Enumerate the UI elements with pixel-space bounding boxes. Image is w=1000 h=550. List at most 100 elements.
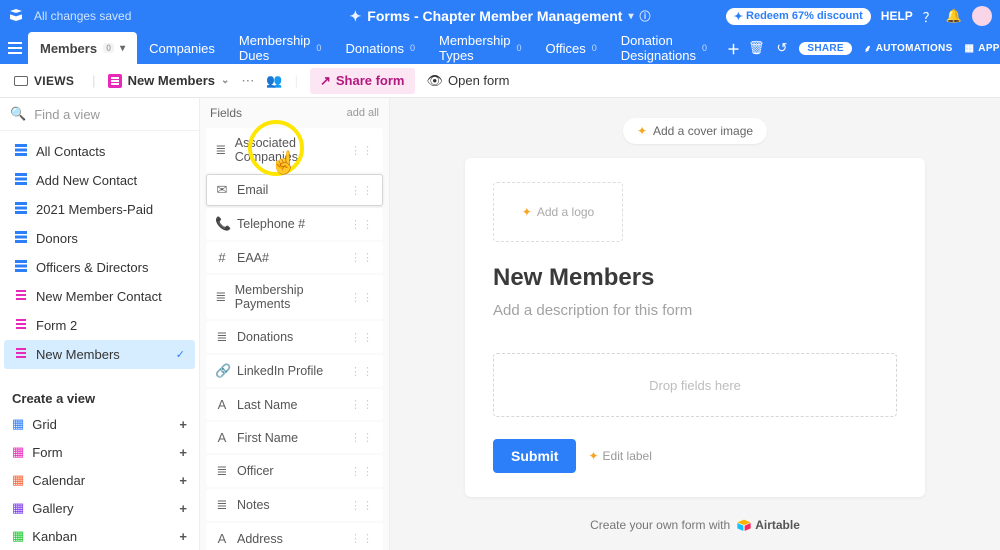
- field-drop-zone[interactable]: Drop fields here: [493, 353, 897, 417]
- view-item-2021-members-paid[interactable]: 2021 Members-Paid: [4, 195, 195, 224]
- drag-handle-icon[interactable]: ⋮⋮: [350, 218, 374, 231]
- find-view-input[interactable]: 🔍 Find a view: [0, 98, 199, 131]
- redeem-label: Redeem 67% discount: [746, 10, 863, 22]
- help-icon[interactable]: ？: [923, 7, 936, 26]
- create-calendar-view[interactable]: ▦ Calendar +: [0, 466, 199, 494]
- table-tab-donations[interactable]: Donations0: [333, 32, 427, 64]
- form-title[interactable]: New Members: [493, 264, 897, 292]
- info-icon[interactable]: ⓘ: [639, 8, 650, 24]
- add-cover-image-button[interactable]: ✦ Add a cover image: [623, 118, 767, 144]
- drag-handle-icon[interactable]: ⋮⋮: [350, 144, 374, 157]
- current-view[interactable]: New Members ⌄: [108, 73, 230, 88]
- view-item-new-members[interactable]: New Members✓: [4, 340, 195, 369]
- badge: 0: [702, 43, 707, 53]
- form-view-icon: [108, 74, 122, 88]
- create-kanban-view[interactable]: ▦ Kanban +: [0, 522, 199, 550]
- drag-handle-icon[interactable]: ⋮⋮: [350, 398, 374, 411]
- user-avatar[interactable]: [972, 6, 992, 26]
- redeem-discount-button[interactable]: ✦ Redeem 67% discount: [726, 8, 871, 25]
- table-tab-membership-types[interactable]: Membership Types0: [427, 32, 534, 64]
- badge: 0: [316, 43, 321, 53]
- field-membership-payments[interactable]: ≣ Membership Payments ⋮⋮: [206, 275, 383, 319]
- view-item-add-new-contact[interactable]: Add New Contact: [4, 166, 195, 195]
- apps-button[interactable]: ▦APPS: [965, 43, 1000, 54]
- gift-icon: ✦: [734, 10, 743, 23]
- current-view-name: New Members: [128, 73, 215, 88]
- drag-handle-icon[interactable]: ⋮⋮: [350, 291, 374, 304]
- field-telephone-[interactable]: 📞 Telephone # ⋮⋮: [206, 208, 383, 240]
- table-tab-offices[interactable]: Offices0: [534, 32, 609, 64]
- field-first-name[interactable]: A First Name ⋮⋮: [206, 422, 383, 453]
- field-notes[interactable]: ≣ Notes ⋮⋮: [206, 489, 383, 521]
- edit-submit-label[interactable]: ✦ Edit label: [588, 449, 651, 463]
- view-item-officers-directors[interactable]: Officers & Directors: [4, 253, 195, 282]
- drag-handle-icon[interactable]: ⋮⋮: [350, 431, 374, 444]
- views-toggle[interactable]: VIEWS: [8, 70, 80, 92]
- add-all-fields-button[interactable]: add all: [347, 107, 379, 119]
- chevron-down-icon: ⌄: [221, 75, 229, 86]
- add-table-button[interactable]: ＋: [719, 32, 748, 64]
- plus-icon: +: [179, 529, 187, 544]
- add-logo-button[interactable]: ✦ Add a logo: [493, 182, 623, 242]
- view-item-donors[interactable]: Donors: [4, 224, 195, 253]
- field-address[interactable]: A Address ⋮⋮: [206, 523, 383, 550]
- save-status: All changes saved: [34, 9, 131, 23]
- notifications-icon[interactable]: 🔔: [946, 8, 962, 24]
- field-linkedin-profile[interactable]: 🔗 LinkedIn Profile ⋮⋮: [206, 355, 383, 387]
- automations-icon: ⸙: [864, 41, 872, 55]
- field-eaa-[interactable]: # EAA# ⋮⋮: [206, 242, 383, 273]
- chevron-down-icon: ▾: [120, 43, 125, 54]
- field-associated-companies[interactable]: ≣ Associated Companies ⋮⋮: [206, 128, 383, 172]
- help-link[interactable]: HELP: [881, 9, 913, 23]
- field-donations[interactable]: ≣ Donations ⋮⋮: [206, 321, 383, 353]
- drag-handle-icon[interactable]: ⋮⋮: [350, 499, 374, 512]
- create-gallery-view[interactable]: ▦ Gallery +: [0, 494, 199, 522]
- field-last-name[interactable]: A Last Name ⋮⋮: [206, 389, 383, 420]
- automations-button[interactable]: ⸙AUTOMATIONS: [864, 41, 953, 55]
- submit-button[interactable]: Submit: [493, 439, 576, 473]
- drag-handle-icon[interactable]: ⋮⋮: [350, 532, 374, 545]
- base-title[interactable]: ✦ Forms - Chapter Member Management ▾ ⓘ: [350, 8, 651, 25]
- field-email[interactable]: ✉ Email ⋮⋮: [206, 174, 383, 206]
- create-form-view[interactable]: ▦ Form +: [0, 438, 199, 466]
- drag-handle-icon[interactable]: ⋮⋮: [350, 465, 374, 478]
- table-tab-companies[interactable]: Companies: [137, 32, 227, 64]
- share-form-button[interactable]: ↗ Share form: [310, 68, 415, 94]
- table-tab-donation-designations[interactable]: Donation Designations0: [609, 32, 719, 64]
- history-icon[interactable]: ↺: [776, 40, 787, 56]
- form-description[interactable]: Add a description for this form: [493, 302, 897, 319]
- drag-handle-icon[interactable]: ⋮⋮: [350, 365, 374, 378]
- form-view-icon: [14, 288, 28, 305]
- views-label: VIEWS: [34, 74, 74, 88]
- sidebar-toggle-icon[interactable]: [6, 32, 28, 64]
- table-tab-members[interactable]: Members0▾: [28, 32, 137, 64]
- open-form-label: Open form: [448, 73, 509, 88]
- view-item-new-member-contact[interactable]: New Member Contact: [4, 282, 195, 311]
- trash-icon[interactable]: 🗑: [748, 40, 765, 56]
- more-options-icon[interactable]: ⋯: [241, 73, 254, 89]
- check-icon: ✓: [176, 348, 185, 361]
- view-item-form-2[interactable]: Form 2: [4, 311, 195, 340]
- airtable-logo[interactable]: Airtable: [736, 517, 800, 533]
- drag-handle-icon[interactable]: ⋮⋮: [350, 331, 374, 344]
- people-icon[interactable]: 👥: [266, 73, 282, 89]
- create-grid-view[interactable]: ▦ Grid +: [0, 410, 199, 438]
- drag-handle-icon[interactable]: ⋮⋮: [350, 184, 374, 197]
- airtable-credit: Create your own form with Airtable: [410, 517, 980, 533]
- airtable-brand-text: Airtable: [755, 518, 800, 532]
- grid-view-icon: [14, 230, 28, 247]
- views-panel-icon: [14, 76, 28, 86]
- drag-handle-icon[interactable]: ⋮⋮: [350, 251, 374, 264]
- grid-icon: ▦: [12, 416, 24, 432]
- field-officer[interactable]: ≣ Officer ⋮⋮: [206, 455, 383, 487]
- view-item-all-contacts[interactable]: All Contacts: [4, 137, 195, 166]
- calendar-icon: ▦: [12, 472, 24, 488]
- share-button[interactable]: SHARE: [799, 42, 852, 55]
- app-logo-icon: [8, 7, 24, 26]
- field-type-icon: 🔗: [215, 363, 229, 379]
- table-tab-membership-dues[interactable]: Membership Dues0: [227, 32, 334, 64]
- field-type-icon: #: [215, 250, 229, 265]
- badge: 0: [517, 43, 522, 53]
- open-form-button[interactable]: 👁 Open form: [427, 73, 510, 89]
- eye-icon: 👁: [427, 73, 444, 89]
